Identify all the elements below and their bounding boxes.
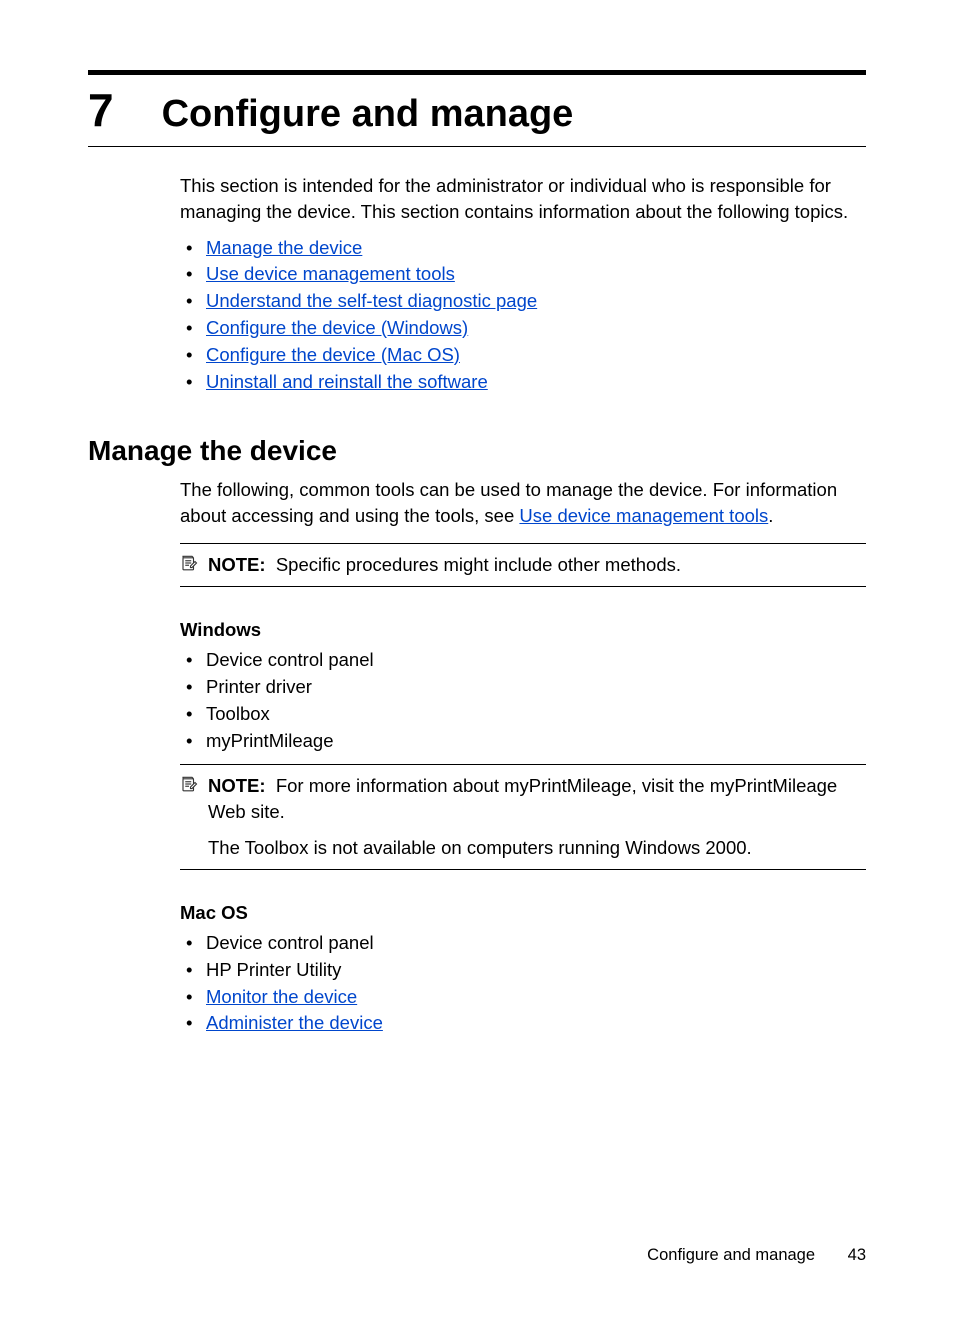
- note-box-2: NOTE: For more information about myPrint…: [180, 764, 866, 870]
- section-heading-manage: Manage the device: [88, 435, 866, 467]
- list-item: Device control panel: [180, 647, 866, 674]
- toc-link-uninstall[interactable]: Uninstall and reinstall the software: [206, 371, 488, 392]
- windows-list: Device control panel Printer driver Tool…: [180, 647, 866, 754]
- list-item: myPrintMileage: [180, 728, 866, 755]
- macos-list: Device control panel HP Printer Utility …: [180, 930, 866, 1037]
- note-text: For more information about myPrintMileag…: [208, 775, 837, 822]
- page-footer: Configure and manage 43: [647, 1246, 866, 1265]
- link-administer-device[interactable]: Administer the device: [206, 1012, 383, 1033]
- chapter-number: 7: [88, 87, 114, 133]
- body-link-management-tools[interactable]: Use device management tools: [519, 505, 768, 526]
- note-text: Specific procedures might include other …: [276, 554, 681, 575]
- toc-link-configure-windows[interactable]: Configure the device (Windows): [206, 317, 468, 338]
- toc-list: Manage the device Use device management …: [180, 235, 866, 396]
- toc-link-management-tools[interactable]: Use device management tools: [206, 263, 455, 284]
- chapter-title: Configure and manage: [162, 94, 574, 136]
- link-monitor-device[interactable]: Monitor the device: [206, 986, 357, 1007]
- toc-link-manage[interactable]: Manage the device: [206, 237, 362, 258]
- chapter-header: 7 Configure and manage: [88, 70, 866, 147]
- list-item: Toolbox: [180, 701, 866, 728]
- note-icon: [180, 554, 202, 577]
- note-box-1: NOTE: Specific procedures might include …: [180, 543, 866, 587]
- windows-subheading: Windows: [180, 619, 866, 641]
- toc-link-configure-macos[interactable]: Configure the device (Mac OS): [206, 344, 460, 365]
- list-item: Device control panel: [180, 930, 866, 957]
- section-body: The following, common tools can be used …: [180, 477, 866, 529]
- list-item: Printer driver: [180, 674, 866, 701]
- note-label: NOTE:: [208, 554, 266, 575]
- note-icon: [180, 775, 202, 798]
- note-label: NOTE:: [208, 775, 266, 796]
- list-item: HP Printer Utility: [180, 957, 866, 984]
- macos-subheading: Mac OS: [180, 902, 866, 924]
- intro-paragraph: This section is intended for the adminis…: [180, 173, 866, 225]
- footer-title: Configure and manage: [647, 1246, 815, 1264]
- toc-link-self-test[interactable]: Understand the self-test diagnostic page: [206, 290, 537, 311]
- footer-page-number: 43: [848, 1246, 866, 1264]
- body-suffix: .: [768, 505, 773, 526]
- note-extra-text: The Toolbox is not available on computer…: [208, 835, 866, 861]
